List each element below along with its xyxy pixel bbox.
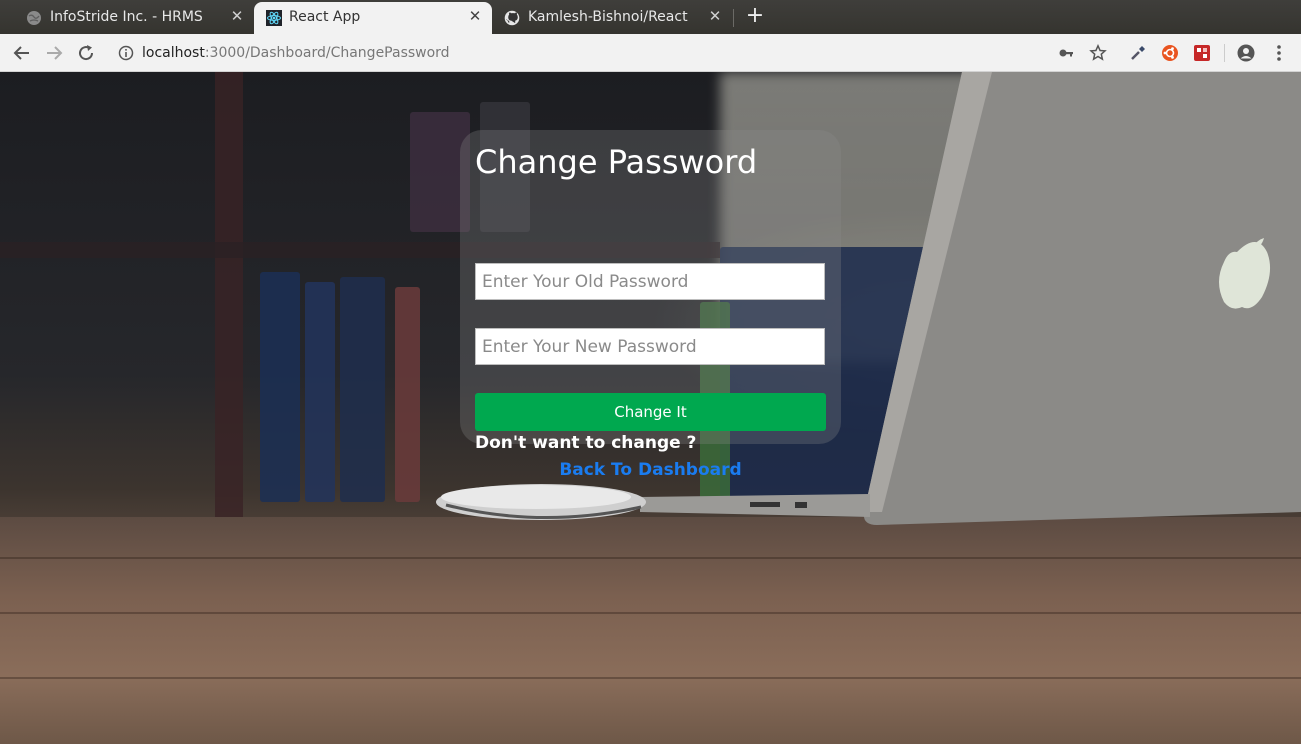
eyedropper-icon (1131, 46, 1145, 60)
back-button[interactable] (11, 42, 33, 64)
react-icon (266, 10, 282, 26)
tab-react-app[interactable]: React App ✕ (254, 2, 492, 34)
back-icon (13, 46, 29, 60)
tab-title: Kamlesh-Bishnoi/React-a (528, 9, 688, 25)
browser-menu-button[interactable] (1268, 42, 1290, 64)
key-icon (1059, 49, 1073, 57)
bookshelf-post (215, 72, 243, 522)
book (305, 282, 335, 502)
star-icon (1089, 44, 1107, 61)
toolbar-separator (1224, 44, 1225, 62)
close-tab-icon[interactable]: ✕ (466, 7, 484, 25)
reload-icon (79, 45, 94, 61)
back-to-dashboard-link[interactable]: Back To Dashboard (475, 460, 826, 480)
profile-icon (1237, 44, 1255, 62)
info-icon[interactable] (118, 45, 134, 61)
ubuntu-extension-icon (1162, 45, 1178, 61)
tab-title: React App (289, 9, 361, 25)
address-bar[interactable]: localhost:3000/Dashboard/ChangePassword (108, 38, 1108, 68)
change-password-button[interactable]: Change It (475, 393, 826, 431)
close-tab-icon[interactable]: ✕ (706, 7, 724, 25)
desk-surface (0, 517, 1301, 744)
cancel-prompt: Don't want to change ? (475, 433, 697, 453)
extension-icon (1194, 45, 1210, 61)
url-text[interactable]: localhost:3000/Dashboard/ChangePassword (142, 45, 450, 61)
new-password-input[interactable] (475, 328, 825, 365)
browser-toolbar: localhost:3000/Dashboard/ChangePassword (0, 34, 1301, 72)
tab-separator (733, 9, 734, 27)
url-path: :3000/Dashboard/ChangePassword (204, 45, 450, 61)
laptop-base (640, 494, 870, 517)
saved-passwords-button[interactable] (1055, 42, 1077, 64)
colorpicker-extension-button[interactable] (1127, 42, 1149, 64)
extension-button[interactable] (1191, 42, 1213, 64)
globe-icon (27, 11, 41, 25)
tab-title: InfoStride Inc. - HRMS (50, 9, 203, 25)
github-icon (504, 10, 520, 26)
close-tab-icon[interactable]: ✕ (228, 7, 246, 25)
tab-strip: InfoStride Inc. - HRMS ✕ React App ✕ Kam… (0, 0, 1301, 34)
book (395, 287, 420, 502)
ubuntu-extension-button[interactable] (1159, 42, 1181, 64)
reload-button[interactable] (75, 42, 97, 64)
profile-button[interactable] (1235, 42, 1257, 64)
bookmark-button[interactable] (1087, 42, 1109, 64)
laptop-image (863, 72, 1301, 525)
book (260, 272, 300, 502)
page-title: Change Password (475, 143, 758, 181)
url-host: localhost (142, 45, 205, 61)
old-password-input[interactable] (475, 263, 825, 300)
forward-icon (47, 46, 63, 60)
tab-github[interactable]: Kamlesh-Bishnoi/React-a ✕ (492, 2, 732, 34)
menu-icon (1277, 45, 1281, 61)
mouse-image (436, 484, 646, 520)
book (340, 277, 385, 502)
forward-button[interactable] (43, 42, 65, 64)
tab-infostride[interactable]: InfoStride Inc. - HRMS ✕ (0, 2, 254, 34)
new-tab-button[interactable]: + (744, 5, 766, 27)
